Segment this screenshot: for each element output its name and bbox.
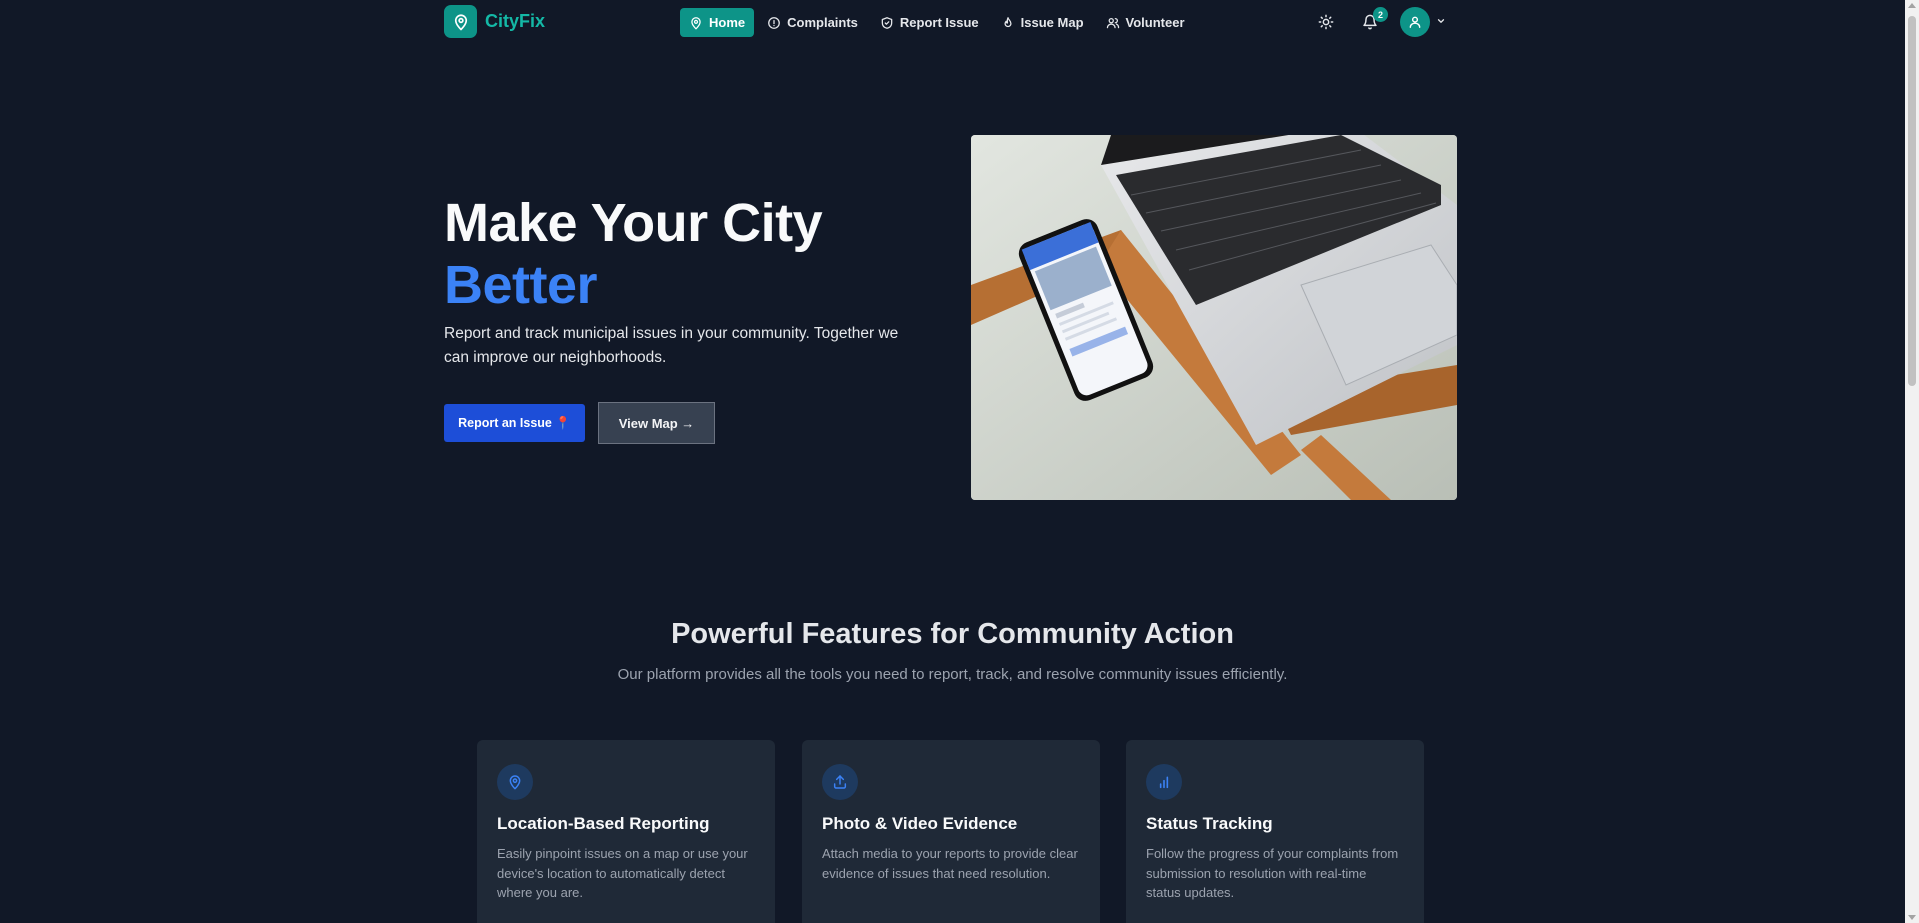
nav-item-volunteer[interactable]: Volunteer <box>1097 8 1194 37</box>
feature-card-description: Follow the progress of your complaints f… <box>1146 846 1399 900</box>
bar-chart-icon <box>1146 764 1182 800</box>
theme-toggle-button[interactable] <box>1310 6 1342 38</box>
chevron-down-icon[interactable] <box>1436 13 1446 31</box>
report-issue-button[interactable]: Report an Issue 📍 <box>444 404 585 442</box>
flame-icon <box>1004 16 1012 27</box>
nav-item-label: Issue Map <box>1020 15 1084 30</box>
feature-card-status: Status Tracking Follow the progress of y… <box>1126 740 1424 923</box>
map-pin-icon <box>691 16 701 29</box>
scroll-up-arrow-icon[interactable] <box>1908 3 1916 8</box>
alert-circle-icon <box>768 16 781 29</box>
avatar[interactable] <box>1400 7 1430 37</box>
scroll-thumb[interactable] <box>1908 16 1916 386</box>
nav-item-complaints[interactable]: Complaints <box>758 8 867 37</box>
hero-title: Make Your City Better <box>444 192 823 316</box>
hero-subtitle: Report and track municipal issues in you… <box>444 325 899 366</box>
nav-item-label: Volunteer <box>1125 15 1185 30</box>
nav-actions: 2 <box>1310 6 1446 38</box>
notifications-button[interactable]: 2 <box>1354 6 1388 38</box>
scroll-down-arrow-icon[interactable] <box>1908 915 1916 920</box>
features-subtitle: Our platform provides all the tools you … <box>617 666 1288 683</box>
hero-image <box>971 135 1457 500</box>
view-map-button[interactable]: View Map → <box>598 402 715 444</box>
notification-badge: 2 <box>1373 7 1388 22</box>
hero-title-accent: Better <box>444 255 598 315</box>
main-menu: Home Complaints Report Issue Issue Map V… <box>680 8 1194 37</box>
shield-check-icon <box>881 16 893 29</box>
map-pin-icon <box>444 5 477 38</box>
nav-item-label: Complaints <box>787 15 858 30</box>
features-title: Powerful Features for Community Action <box>671 618 1234 650</box>
sun-icon <box>1318 14 1334 30</box>
page-scrollbar[interactable] <box>1905 0 1919 923</box>
nav-item-issue-map[interactable]: Issue Map <box>992 8 1093 37</box>
upload-icon <box>822 764 858 800</box>
users-icon <box>1106 17 1119 28</box>
nav-item-label: Home <box>709 15 746 30</box>
nav-item-label: Report Issue <box>899 15 979 30</box>
feature-card-title: Photo & Video Evidence <box>822 814 1018 833</box>
nav-item-report-issue[interactable]: Report Issue <box>871 8 988 37</box>
feature-card-media: Photo & Video Evidence Attach media to y… <box>802 740 1100 923</box>
feature-card-title: Location-Based Reporting <box>497 814 710 833</box>
brand-link[interactable]: CityFix <box>444 5 545 38</box>
user-icon <box>1409 16 1421 28</box>
feature-card-description: Attach media to your reports to provide … <box>822 846 1078 881</box>
nav-item-home[interactable]: Home <box>680 8 755 37</box>
brand-name: CityFix <box>485 11 546 31</box>
feature-card-title: Status Tracking <box>1146 814 1273 833</box>
navbar: CityFix Home Complaints Report Issue Iss… <box>0 0 1905 44</box>
hero-title-line1: Make Your City <box>444 193 823 253</box>
feature-card-location: Location-Based Reporting Easily pinpoint… <box>477 740 775 923</box>
feature-card-description: Easily pinpoint issues on a map or use y… <box>497 846 748 900</box>
map-pin-icon <box>497 764 533 800</box>
